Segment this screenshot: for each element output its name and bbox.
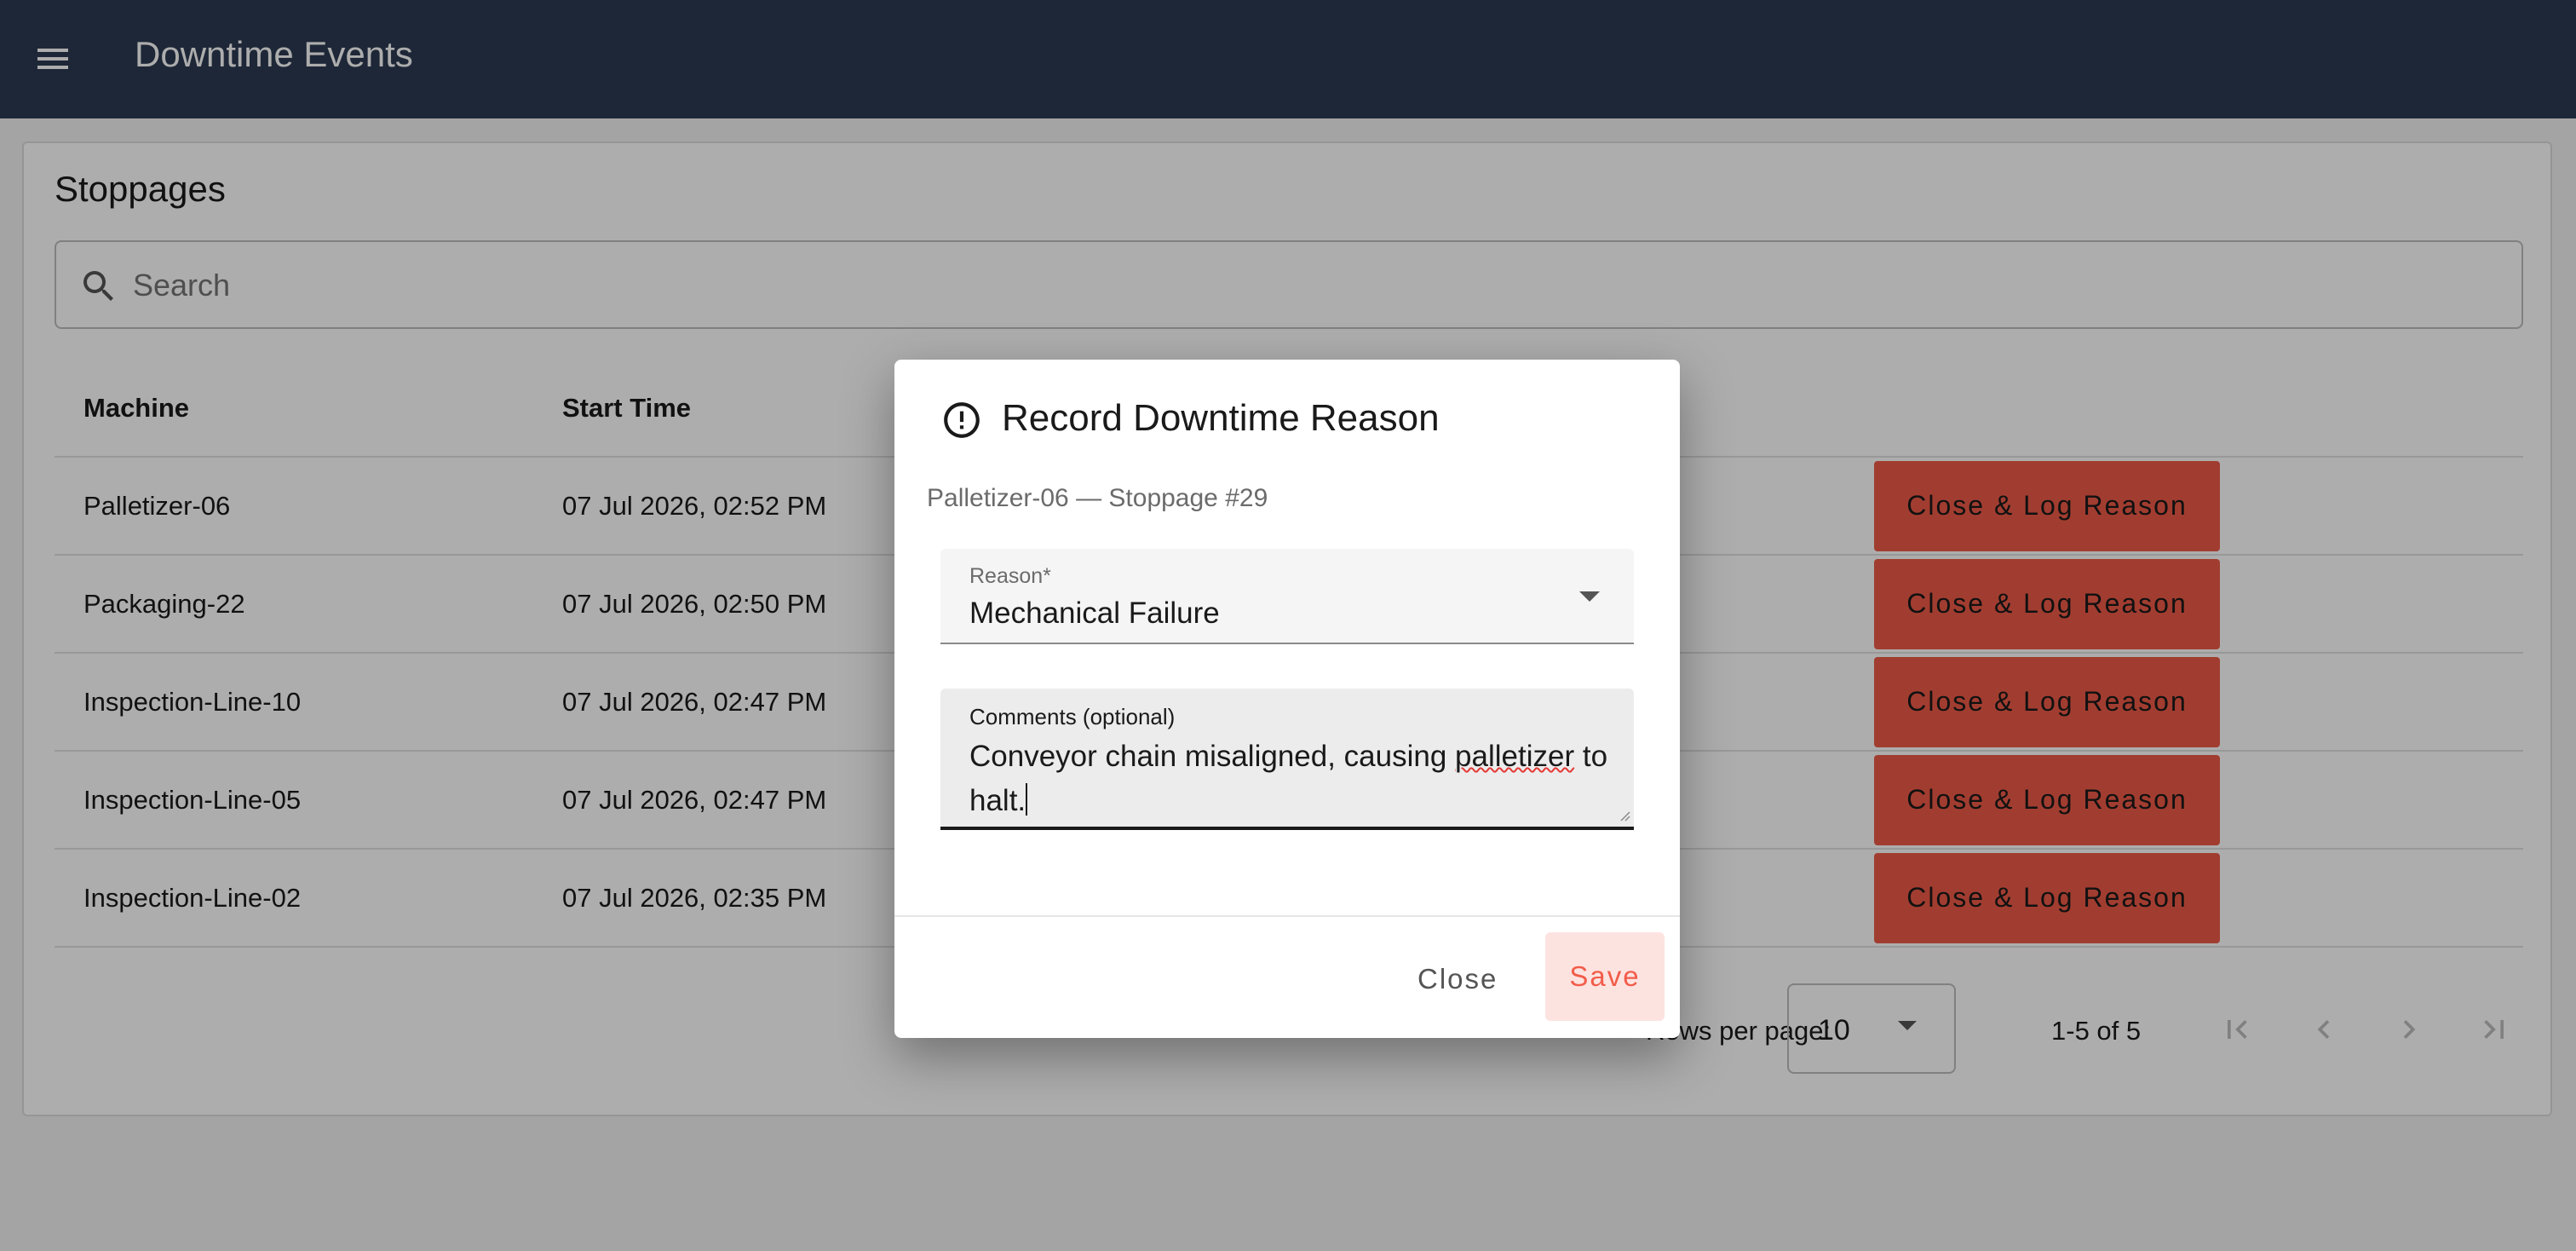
resize-handle-icon[interactable] bbox=[1617, 808, 1630, 822]
dropdown-caret-icon bbox=[1579, 591, 1600, 602]
comments-textarea[interactable]: Comments (optional) Conveyor chain misal… bbox=[940, 689, 1634, 830]
dialog-title: Record Downtime Reason bbox=[1002, 397, 1440, 439]
reason-select[interactable]: Reason* Mechanical Failure bbox=[940, 549, 1634, 644]
spellcheck-flagged-word: palletizer bbox=[1455, 740, 1575, 773]
text-cursor bbox=[1026, 783, 1028, 816]
comments-text-part: Conveyor chain misaligned, causing bbox=[969, 740, 1456, 773]
reason-value: Mechanical Failure bbox=[969, 597, 1220, 630]
save-button[interactable]: Save bbox=[1545, 932, 1665, 1021]
comments-text[interactable]: Conveyor chain misaligned, causing palle… bbox=[969, 735, 1625, 823]
close-button[interactable]: Close bbox=[1417, 963, 1498, 995]
comments-label: Comments (optional) bbox=[969, 704, 1176, 729]
record-downtime-dialog: Record Downtime Reason Palletizer-06 — S… bbox=[894, 360, 1680, 1038]
alert-circle-icon bbox=[944, 402, 980, 438]
dialog-subtitle: Palletizer-06 — Stoppage #29 bbox=[927, 484, 1268, 512]
dialog-divider bbox=[894, 915, 1680, 917]
reason-label: Reason* bbox=[969, 564, 1051, 588]
